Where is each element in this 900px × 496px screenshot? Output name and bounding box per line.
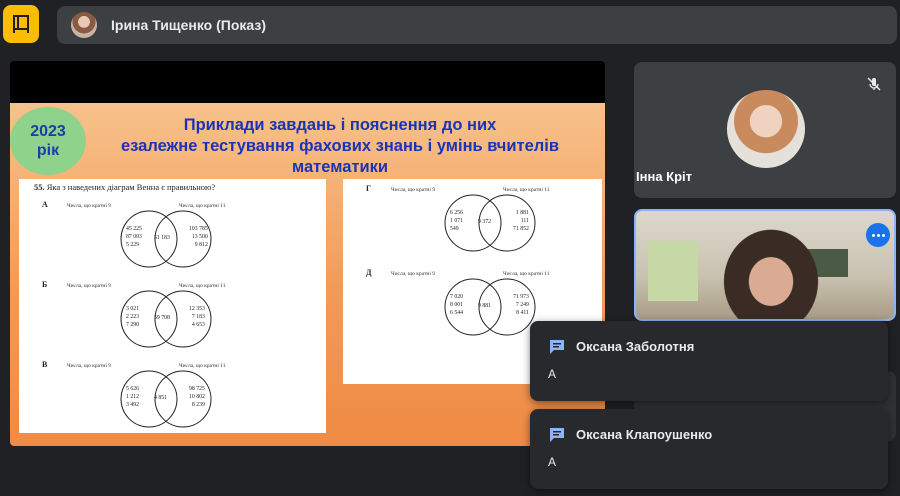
middle-numbers: 4 851 bbox=[154, 395, 168, 401]
left-numbers: 6 256 1 071 549 bbox=[450, 210, 464, 232]
slide-title: Приклади завдань і пояснення до них езал… bbox=[72, 115, 605, 178]
avatar bbox=[727, 90, 805, 168]
middle-numbers: 59 708 bbox=[154, 315, 170, 321]
question-text: 55. Яка з наведених діаграм Венна є прав… bbox=[34, 182, 215, 192]
background-window bbox=[648, 241, 698, 301]
participant-tile-video[interactable] bbox=[634, 209, 896, 321]
participant-tile-inna[interactable]: Інна Кріт bbox=[634, 62, 896, 198]
left-caption: Числа, що кратні 9 bbox=[67, 363, 111, 369]
participant-name: Інна Кріт bbox=[636, 169, 693, 184]
mic-off-icon bbox=[866, 76, 882, 97]
presenter-chip[interactable]: Ірина Тищенко (Показ) bbox=[57, 6, 897, 44]
option-letter: Б bbox=[42, 280, 48, 289]
question-panel-left: 55. Яка з наведених діаграм Венна є прав… bbox=[19, 179, 326, 433]
left-numbers: 5 626 1 212 3 492 bbox=[126, 386, 140, 408]
chat-toast[interactable]: Оксана Заболотня A bbox=[530, 321, 888, 401]
option-letter: Д bbox=[366, 268, 372, 277]
middle-numbers: 9 372 bbox=[478, 219, 492, 225]
right-numbers: 12 353 7 183 4 653 bbox=[189, 306, 205, 328]
chat-sender: Оксана Клапоушенко bbox=[576, 427, 713, 442]
right-numbers: 103 785 13 500 9 812 bbox=[189, 226, 208, 248]
year-badge-label: рік bbox=[36, 142, 60, 159]
right-numbers: 98 725 10 802 8 239 bbox=[189, 386, 205, 408]
middle-numbers: 9 881 bbox=[478, 303, 492, 309]
question-body: Яка з наведених діаграм Венна є правильн… bbox=[46, 182, 216, 192]
left-caption: Числа, що кратні 9 bbox=[67, 283, 111, 289]
left-caption: Числа, що кратні 9 bbox=[391, 187, 435, 193]
option-letter: Г bbox=[366, 184, 372, 193]
left-numbers: 3 021 2 223 7 290 bbox=[126, 306, 140, 328]
left-caption: Числа, що кратні 9 bbox=[67, 203, 111, 209]
presenter-label: Ірина Тищенко (Показ) bbox=[111, 17, 266, 33]
chat-message: A bbox=[548, 367, 557, 381]
left-numbers: 45 225 87 003 5 229 bbox=[126, 226, 142, 248]
left-numbers: 7 020 8 001 6 544 bbox=[450, 294, 464, 316]
right-numbers: 1 881 111 71 852 bbox=[513, 210, 529, 232]
slide-title-line-1: Приклади завдань і пояснення до них bbox=[183, 116, 497, 134]
year-badge: 2023 рік bbox=[10, 107, 86, 175]
left-caption: Числа, що кратні 9 bbox=[391, 271, 435, 277]
year-badge-year: 2023 bbox=[30, 123, 66, 140]
right-numbers: 71 973 7 249 8 411 bbox=[513, 294, 529, 316]
chat-icon bbox=[548, 426, 566, 449]
presentation-stage[interactable]: 2023 рік Приклади завдань і пояснення до… bbox=[10, 61, 605, 446]
participant-video bbox=[716, 221, 826, 319]
question-number: 55. bbox=[34, 182, 45, 192]
chat-icon bbox=[548, 338, 566, 361]
avatar bbox=[71, 12, 97, 38]
option-letter: А bbox=[42, 200, 48, 209]
presentation-icon[interactable] bbox=[3, 5, 39, 43]
chat-sender: Оксана Заболотня bbox=[576, 339, 695, 354]
middle-numbers: 51 183 bbox=[154, 235, 170, 241]
slide-title-line-2: езалежне тестування фахових знань і умін… bbox=[121, 137, 559, 155]
top-bar: Ірина Тищенко (Показ) bbox=[0, 0, 900, 50]
slide-title-line-3: математики bbox=[292, 158, 388, 176]
chat-toast[interactable]: Оксана Клапоушенко A bbox=[530, 409, 888, 489]
chat-message: A bbox=[548, 455, 557, 469]
option-letter: В bbox=[42, 360, 48, 369]
more-options-icon[interactable] bbox=[866, 223, 890, 247]
